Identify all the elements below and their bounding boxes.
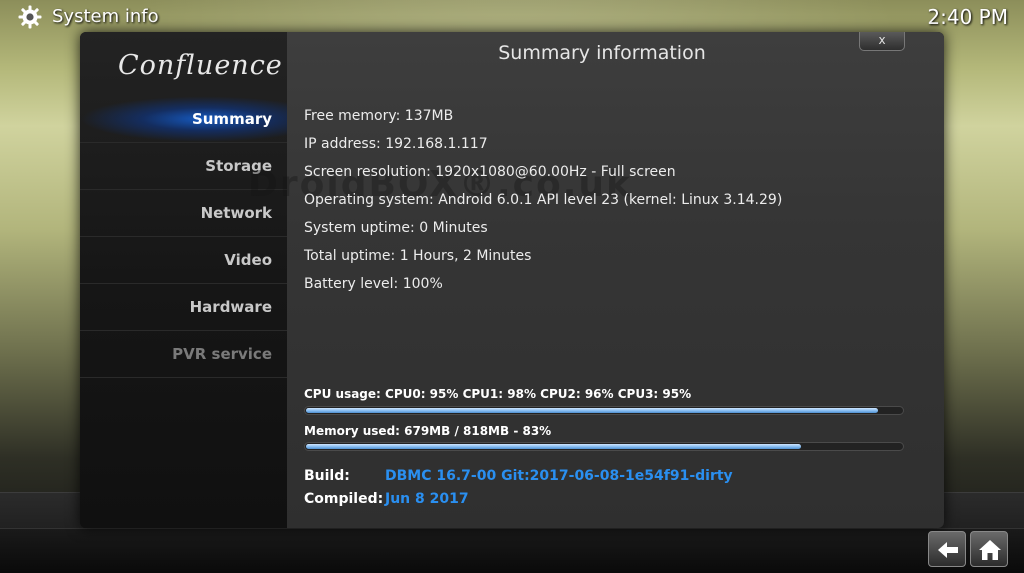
system-info-dialog: Confluence Summary Storage Network Video…: [80, 32, 944, 528]
cpu-usage-bar-fill: [306, 408, 878, 413]
compiled-value: Jun 8 2017: [385, 491, 469, 507]
build-key: Build:: [304, 468, 350, 484]
gear-icon: [18, 5, 42, 29]
sidebar-item-label: PVR service: [172, 345, 272, 363]
cpu-usage-bar: [304, 406, 904, 415]
compiled-key: Compiled:: [304, 491, 384, 507]
sidebar-item-label: Network: [200, 204, 272, 222]
summary-info: Free memory: 137MB IP address: 192.168.1…: [304, 106, 782, 302]
compiled-row: Compiled: Jun 8 2017: [304, 491, 469, 507]
back-button[interactable]: [928, 531, 966, 567]
memory-used-label: Memory used: 679MB / 818MB - 83%: [304, 424, 552, 438]
close-button[interactable]: x: [859, 32, 905, 51]
footer-band-lower: [0, 528, 1024, 573]
sidebar-item-label: Hardware: [189, 298, 272, 316]
info-total-uptime: Total uptime: 1 Hours, 2 Minutes: [304, 248, 532, 264]
home-button[interactable]: [970, 531, 1008, 567]
info-battery-level: Battery level: 100%: [304, 276, 443, 292]
close-icon: x: [878, 33, 886, 47]
back-arrow-icon: [938, 542, 958, 558]
sidebar-item-label: Video: [224, 251, 272, 269]
memory-used-bar: [304, 442, 904, 451]
build-value: DBMC 16.7-00 Git:2017-06-08-1e54f91-dirt…: [385, 468, 733, 484]
sidebar-item-video[interactable]: Video: [80, 237, 287, 284]
info-system-uptime: System uptime: 0 Minutes: [304, 220, 488, 236]
info-ip-address: IP address: 192.168.1.117: [304, 136, 488, 152]
sidebar: Confluence Summary Storage Network Video…: [80, 32, 287, 528]
memory-used-bar-fill: [306, 444, 801, 449]
top-bar: System info 2:40 PM: [0, 0, 1024, 34]
home-icon: [979, 540, 1001, 560]
dialog-title: Summary information: [498, 42, 706, 64]
window-title: System info: [52, 6, 159, 27]
sidebar-nav: Summary Storage Network Video Hardware P…: [80, 96, 287, 378]
sidebar-item-summary[interactable]: Summary: [80, 96, 287, 143]
build-row: Build: DBMC 16.7-00 Git:2017-06-08-1e54f9…: [304, 468, 733, 484]
cpu-usage-label: CPU usage: CPU0: 95% CPU1: 98% CPU2: 96%…: [304, 387, 692, 401]
clock: 2:40 PM: [927, 5, 1008, 29]
info-free-memory: Free memory: 137MB: [304, 108, 454, 124]
sidebar-item-hardware[interactable]: Hardware: [80, 284, 287, 331]
info-operating-system: Operating system: Android 6.0.1 API leve…: [304, 192, 783, 208]
skin-logo: Confluence: [118, 50, 283, 81]
sidebar-item-pvr-service[interactable]: PVR service: [80, 331, 287, 378]
info-screen-resolution: Screen resolution: 1920x1080@60.00Hz - F…: [304, 164, 676, 180]
sidebar-item-label: Summary: [191, 110, 272, 128]
